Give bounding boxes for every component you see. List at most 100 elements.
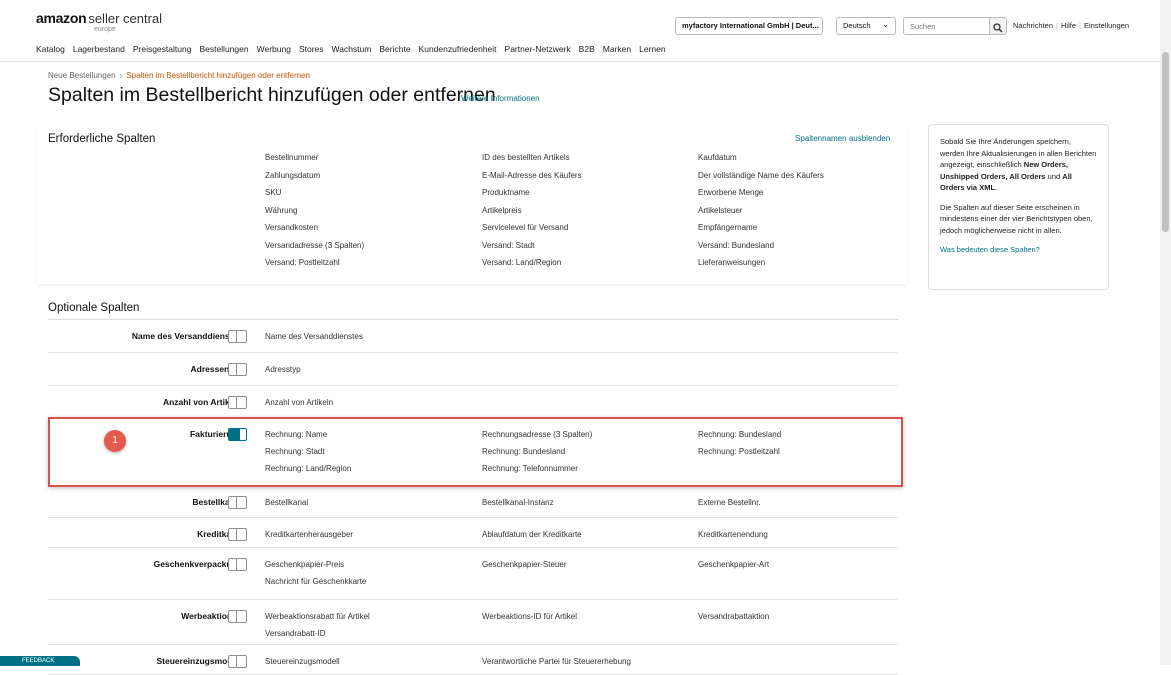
info-panel: Sobald Sie Ihre Änderungen speichern, we… xyxy=(928,124,1109,290)
optional-row: Adressentyp Adresstyp xyxy=(48,353,898,386)
search-input[interactable] xyxy=(903,17,989,35)
optional-column-name: Geschenkpapier-Art xyxy=(698,560,770,569)
optional-column-name: Kreditkartenendung xyxy=(698,530,768,539)
nav-item-werbung[interactable]: Werbung xyxy=(257,44,291,54)
annotation-marker: 1 xyxy=(104,430,126,452)
nav-item-lagerbestand[interactable]: Lagerbestand xyxy=(73,44,125,54)
required-column-name: Versandkosten xyxy=(265,223,318,232)
settings-link[interactable]: Einstellungen xyxy=(1084,21,1129,30)
column-toggle[interactable] xyxy=(228,558,247,571)
info-paragraph-2: Die Spalten auf dieser Seite erscheinen … xyxy=(940,202,1093,235)
optional-row: Name des Versanddienstes Name des Versand… xyxy=(48,320,898,353)
language-select[interactable]: Deutsch ⌄ xyxy=(836,17,896,35)
required-column-name: Bestellnummer xyxy=(265,153,319,162)
nav-item-katalog[interactable]: Katalog xyxy=(36,44,65,54)
optional-row: Geschenkverpackung Geschenkpapier-Preis Na… xyxy=(48,548,898,600)
optional-column-group: Geschenkpapier-Steuer xyxy=(482,560,567,577)
optional-row: Anzahl von Artikeln Anzahl von Artikeln xyxy=(48,386,898,418)
required-row: Zahlungsdatum E-Mail-Adresse des Käufers D… xyxy=(265,171,895,189)
optional-column-name: Verantwortliche Partei für Steuererhebun… xyxy=(482,657,631,666)
optional-column-group: Name des Versanddienstes xyxy=(265,332,363,349)
optional-column-group: Versandrabattaktion xyxy=(698,612,769,629)
nav-item-b2b[interactable]: B2B xyxy=(579,44,595,54)
required-column-name: Empfängername xyxy=(698,223,758,232)
optional-column-group: Bestellkanal-Instanz xyxy=(482,498,554,515)
optional-column-name: Bestellkanal xyxy=(265,498,309,507)
optional-column-group: Steuereinzugsmodell xyxy=(265,657,340,674)
optional-column-name: Ablaufdatum der Kreditkarte xyxy=(482,530,582,539)
optional-column-group: Anzahl von Artikeln xyxy=(265,398,333,415)
search-button[interactable] xyxy=(989,17,1007,35)
required-column-name: Artikelsteuer xyxy=(698,205,743,215)
required-column-name: Servicelevel für Versand xyxy=(482,223,569,232)
required-column-name: Erworbene Menge xyxy=(698,188,764,197)
logo-brand: amazon xyxy=(36,10,87,26)
required-column-name: Kaufdatum xyxy=(698,153,737,162)
required-column-name: Artikelpreis xyxy=(482,205,522,215)
column-toggle[interactable] xyxy=(228,655,247,668)
nav-item-preisgestaltung[interactable]: Preisgestaltung xyxy=(133,44,192,54)
nav-item-marken[interactable]: Marken xyxy=(603,44,631,54)
optional-column-group: Bestellkanal xyxy=(265,498,308,515)
search-icon xyxy=(993,23,1003,33)
language-value: Deutsch xyxy=(843,21,871,30)
optional-row: Bestellkanal Bestellkanal Bestellkanal-Ins… xyxy=(48,486,898,518)
column-toggle[interactable] xyxy=(228,363,247,376)
required-row: Bestellnummer ID des bestellten Artikels K… xyxy=(265,153,895,171)
account-switcher[interactable]: myfactory International GmbH | Deut... xyxy=(675,17,823,35)
nav-item-bestellungen[interactable]: Bestellungen xyxy=(199,44,248,54)
optional-column-name: Steuereinzugsmodell xyxy=(265,657,340,666)
optional-column-group: Werbeaktions-ID für Artikel xyxy=(482,612,577,629)
breadcrumb-separator: › xyxy=(119,71,123,80)
columns-help-link[interactable]: Was bedeuten diese Spalten? xyxy=(940,245,1040,254)
required-column-name: Versandadresse (3 Spalten) xyxy=(265,240,365,250)
scrollbar-thumb[interactable] xyxy=(1162,52,1169,232)
optional-column-name: Name des Versanddienstes xyxy=(265,332,363,341)
main-nav: Katalog Lagerbestand Preisgestaltung Bestel… xyxy=(0,40,1160,62)
messages-link[interactable]: Nachrichten xyxy=(1013,21,1053,30)
column-toggle[interactable] xyxy=(228,528,247,541)
nav-item-berichte[interactable]: Berichte xyxy=(379,44,410,54)
required-column-name: Versand: Postleitzahl xyxy=(265,258,340,267)
highlight-box xyxy=(48,417,903,487)
page-scrollbar[interactable] xyxy=(1160,0,1171,665)
optional-column-name: Werbeaktions-ID für Artikel xyxy=(482,612,577,621)
breadcrumb-parent[interactable]: Neue Bestellungen xyxy=(48,71,116,80)
required-column-name: Versand: Bundesland xyxy=(698,240,775,250)
optional-column-group: Geschenkpapier-Art xyxy=(698,560,769,577)
chevron-down-icon: ⌄ xyxy=(882,20,889,29)
nav-item-partner-netzwerk[interactable]: Partner-Netzwerk xyxy=(505,44,571,54)
nav-item-wachstum[interactable]: Wachstum xyxy=(332,44,372,54)
breadcrumb-current: Spalten im Bestellbericht hinzufügen ode… xyxy=(126,71,310,80)
required-column-name: Der vollständige Name des Käufers xyxy=(698,170,824,180)
required-row: SKU Produktname Erworbene Menge xyxy=(265,188,895,206)
required-column-name: Produktname xyxy=(482,188,530,197)
info-paragraph-1: Sobald Sie Ihre Änderungen speichern, we… xyxy=(940,137,1097,192)
seller-central-logo[interactable]: amazon seller central europe xyxy=(36,10,162,33)
required-columns-title: Erforderliche Spalten xyxy=(48,133,156,145)
more-info-link[interactable]: Weitere Informationen xyxy=(461,94,540,103)
required-column-name: E-Mail-Adresse des Käufers xyxy=(482,170,582,180)
required-column-name: Währung xyxy=(265,205,298,215)
page-title: Spalten im Bestellbericht hinzufügen ode… xyxy=(48,84,496,106)
optional-column-name: Werbeaktionsrabatt für Artikel xyxy=(265,612,370,621)
breadcrumb: Neue Bestellungen › Spalten im Bestellberi… xyxy=(48,71,310,80)
optional-column-name: Kreditkartenherausgeber xyxy=(265,530,354,539)
column-toggle[interactable] xyxy=(228,610,247,623)
nav-item-stores[interactable]: Stores xyxy=(299,44,324,54)
column-toggle[interactable] xyxy=(228,330,247,343)
required-columns-grid: Bestellnummer ID des bestellten Artikels K… xyxy=(265,153,895,276)
required-column-name: Lieferanweisungen xyxy=(698,258,766,267)
optional-column-group: Geschenkpapier-Preis Nachricht für Gesche… xyxy=(265,560,366,594)
help-link[interactable]: Hilfe xyxy=(1061,21,1076,30)
optional-row: Kreditkarte Kreditkartenherausgeber Ablauf… xyxy=(48,518,898,548)
nav-item-lernen[interactable]: Lernen xyxy=(639,44,665,54)
optional-column-name: Versandrabattaktion xyxy=(698,612,770,621)
column-toggle[interactable] xyxy=(228,396,247,409)
column-toggle[interactable] xyxy=(228,496,247,509)
optional-column-name: Geschenkpapier-Preis xyxy=(265,560,345,569)
optional-column-name: Anzahl von Artikeln xyxy=(265,398,334,407)
hide-column-names-link[interactable]: Spaltennamen ausblenden xyxy=(795,134,890,143)
nav-item-kundenzufriedenheit[interactable]: Kundenzufriedenheit xyxy=(419,44,497,54)
required-row: Währung Artikelpreis Artikelsteuer xyxy=(265,206,895,224)
